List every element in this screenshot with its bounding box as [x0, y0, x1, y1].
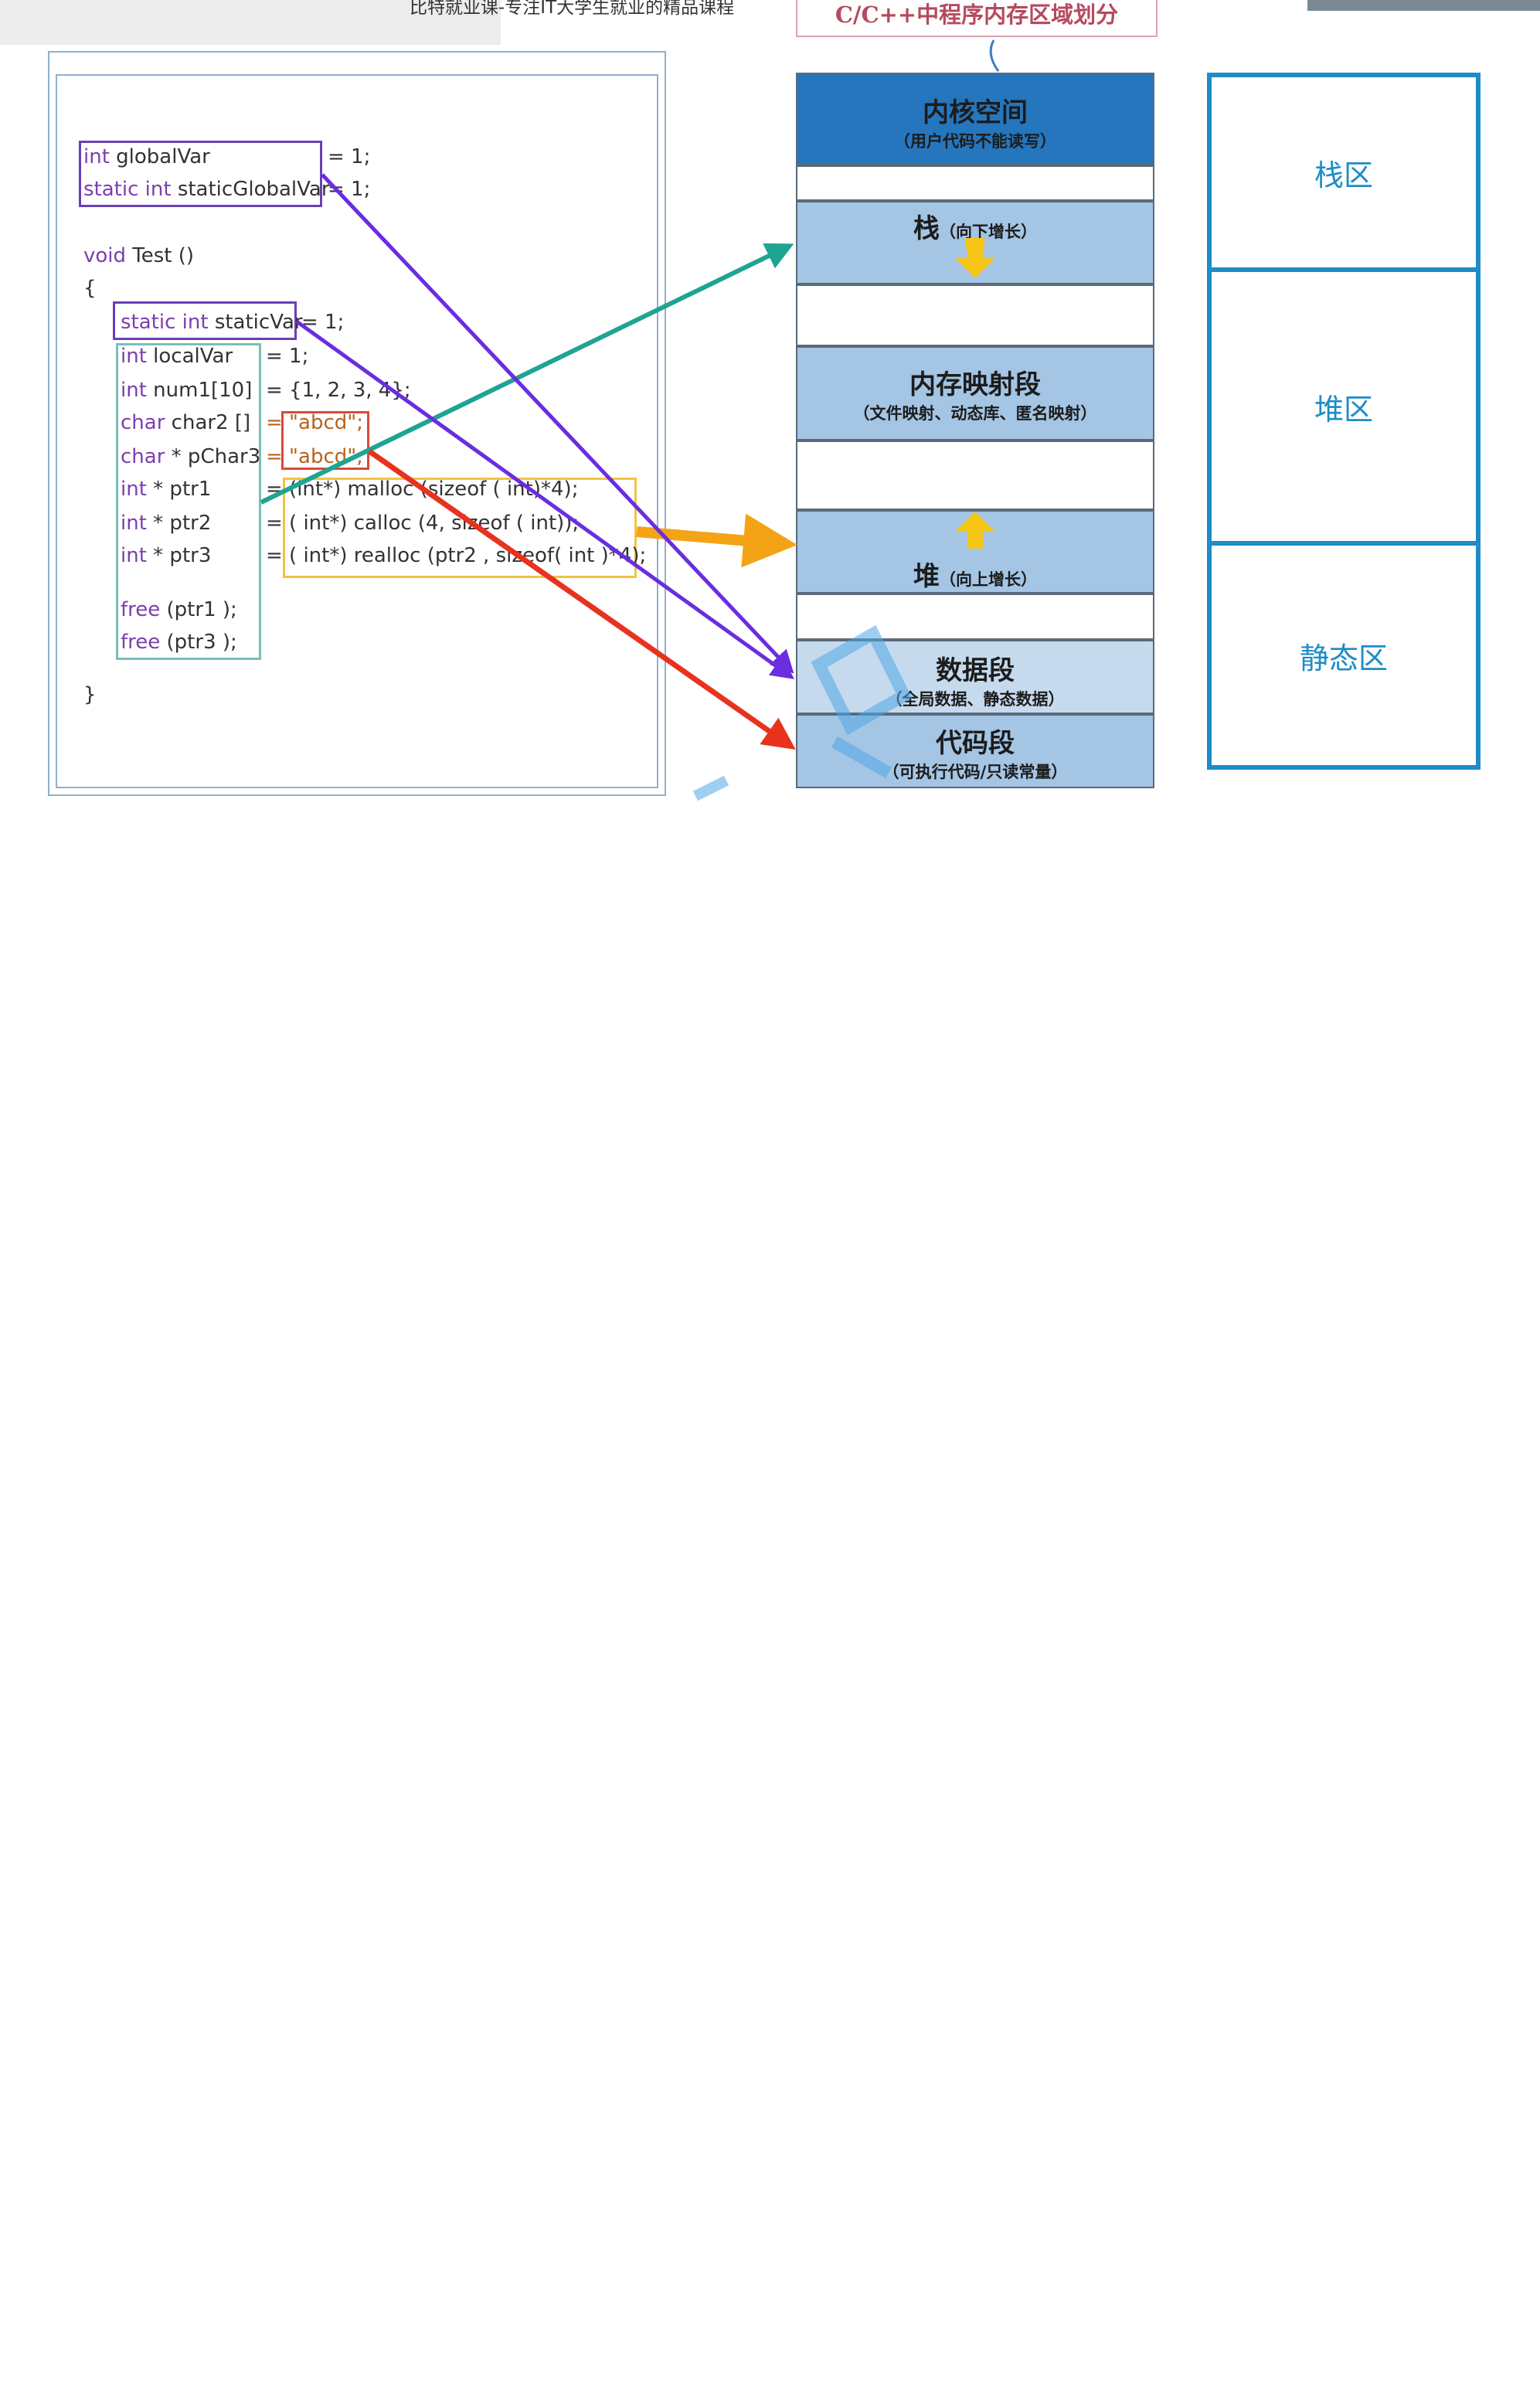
watermark [692, 624, 913, 801]
title-connector [989, 39, 1000, 72]
arrow-static-data [295, 319, 795, 679]
arrow-const-code [367, 449, 796, 750]
arrow-global-data [321, 173, 794, 674]
heap-up-arrow [955, 512, 995, 532]
heap-up-arrow-body [967, 530, 983, 549]
stack-down-arrow-body [967, 241, 983, 260]
arrow-stack [260, 243, 794, 505]
diagram-arrows [260, 39, 1000, 801]
